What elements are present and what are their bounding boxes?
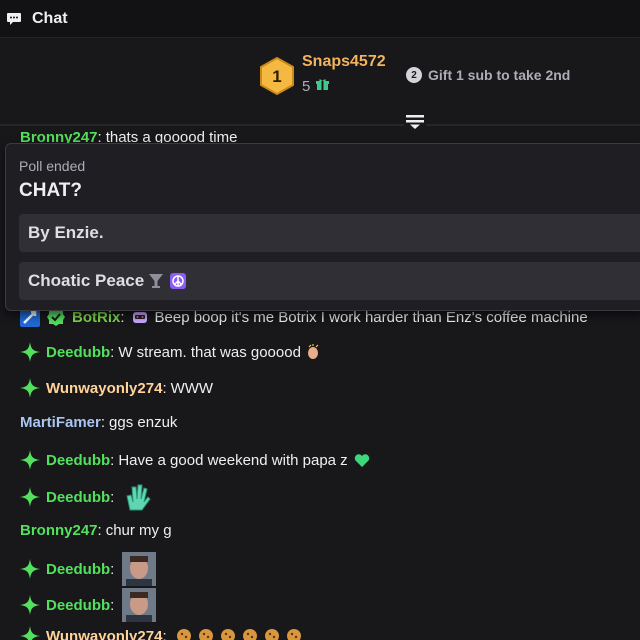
chat-text: chur my g	[105, 522, 172, 539]
second-place-badge: 2	[406, 67, 422, 83]
colon: :	[120, 308, 125, 326]
poll-status: Poll ended	[19, 158, 86, 174]
poll-card[interactable]: Poll ended CHAT? By Enzie. Choatic Peace	[5, 143, 640, 311]
top-gifter-name[interactable]: Snaps4572	[302, 53, 386, 71]
chat-username[interactable]: Bronny247	[20, 522, 98, 539]
chat-bubble-icon	[6, 12, 22, 26]
chat-message: Wunwayonly274: WWW	[20, 378, 213, 398]
face-emote-icon	[122, 588, 157, 622]
cookie-emoji-icon	[175, 627, 193, 640]
chat-text: Beep boop it's me Botrix I work harder t…	[154, 308, 588, 326]
chat-message: MartiFamer: ggs enzuk	[20, 414, 177, 431]
chat-text: ggs enzuk	[109, 414, 178, 431]
poll-option-label: By Enzie.	[28, 223, 104, 242]
green-heart-icon	[354, 453, 370, 468]
gift-icon	[316, 78, 330, 95]
poll-option-label: Choatic Peace	[28, 271, 145, 290]
clap-emoji-icon	[305, 344, 321, 360]
poll-question: CHAT?	[19, 180, 82, 201]
gift-sub-cta[interactable]: 2 Gift 1 sub to take 2nd	[406, 67, 570, 83]
trophy-icon	[148, 273, 164, 289]
chat-message: Bronny247: chur my g	[20, 522, 172, 539]
colon: :	[110, 596, 115, 614]
cookie-emoji-icon	[197, 627, 215, 640]
sparkle-badge-icon	[20, 342, 40, 362]
colon: :	[110, 451, 115, 469]
poll-option[interactable]: By Enzie.	[19, 214, 640, 252]
colon: :	[162, 379, 167, 397]
rank-one-badge: 1	[260, 56, 294, 100]
chat-username[interactable]: Deedubb	[46, 561, 110, 578]
chat-username[interactable]: Wunwayonly274	[46, 380, 162, 397]
sparkle-badge-icon	[20, 626, 40, 640]
colon: :	[97, 522, 102, 539]
chat-message: Deedubb:	[20, 552, 157, 586]
chat-message: Deedubb:	[20, 482, 152, 512]
green-hand-emote-icon	[122, 482, 152, 512]
sparkle-badge-icon	[20, 450, 40, 470]
poll-option[interactable]: Choatic Peace	[19, 262, 640, 300]
cookie-emoji-icon	[241, 627, 259, 640]
chat-message: Deedubb: Have a good weekend with papa z	[20, 450, 370, 470]
chat-username[interactable]: Deedubb	[46, 597, 110, 614]
sparkle-badge-icon	[20, 487, 40, 507]
colon: :	[110, 343, 115, 361]
chat-username[interactable]: Deedubb	[46, 489, 110, 506]
sparkle-badge-icon	[20, 559, 40, 579]
chat-header: Chat	[0, 0, 640, 38]
chat-message: Deedubb: W stream. that was gooood	[20, 342, 321, 362]
colon: :	[110, 560, 115, 578]
chat-text: Have a good weekend with papa z	[118, 451, 348, 469]
face-emote-icon	[122, 552, 157, 586]
gift-count: 5	[302, 78, 330, 95]
sparkle-badge-icon	[20, 595, 40, 615]
chat-username[interactable]: Deedubb	[46, 452, 110, 469]
chat-username[interactable]: Wunwayonly274	[46, 628, 162, 640]
chat-username[interactable]: Deedubb	[46, 344, 110, 361]
chat-message: Wunwayonly274:	[20, 626, 303, 640]
cookie-emoji-icon	[263, 627, 281, 640]
chat-username[interactable]: MartiFamer	[20, 414, 101, 431]
cookie-emoji-icon	[285, 627, 303, 640]
sparkle-badge-icon	[20, 378, 40, 398]
gift-sub-cta-text: Gift 1 sub to take 2nd	[428, 67, 571, 83]
cookie-emoji-icon	[219, 627, 237, 640]
colon: :	[162, 627, 167, 640]
rank-number: 1	[272, 67, 281, 86]
gift-count-value: 5	[302, 78, 311, 95]
chat-title: Chat	[32, 9, 68, 27]
chat-text: WWW	[170, 379, 214, 397]
colon: :	[110, 488, 115, 506]
colon: :	[100, 414, 106, 431]
chat-message: Deedubb:	[20, 588, 157, 622]
peace-icon	[170, 273, 187, 289]
chat-text: W stream. that was gooood	[118, 343, 301, 361]
chat-username[interactable]: BotRix	[72, 309, 120, 326]
